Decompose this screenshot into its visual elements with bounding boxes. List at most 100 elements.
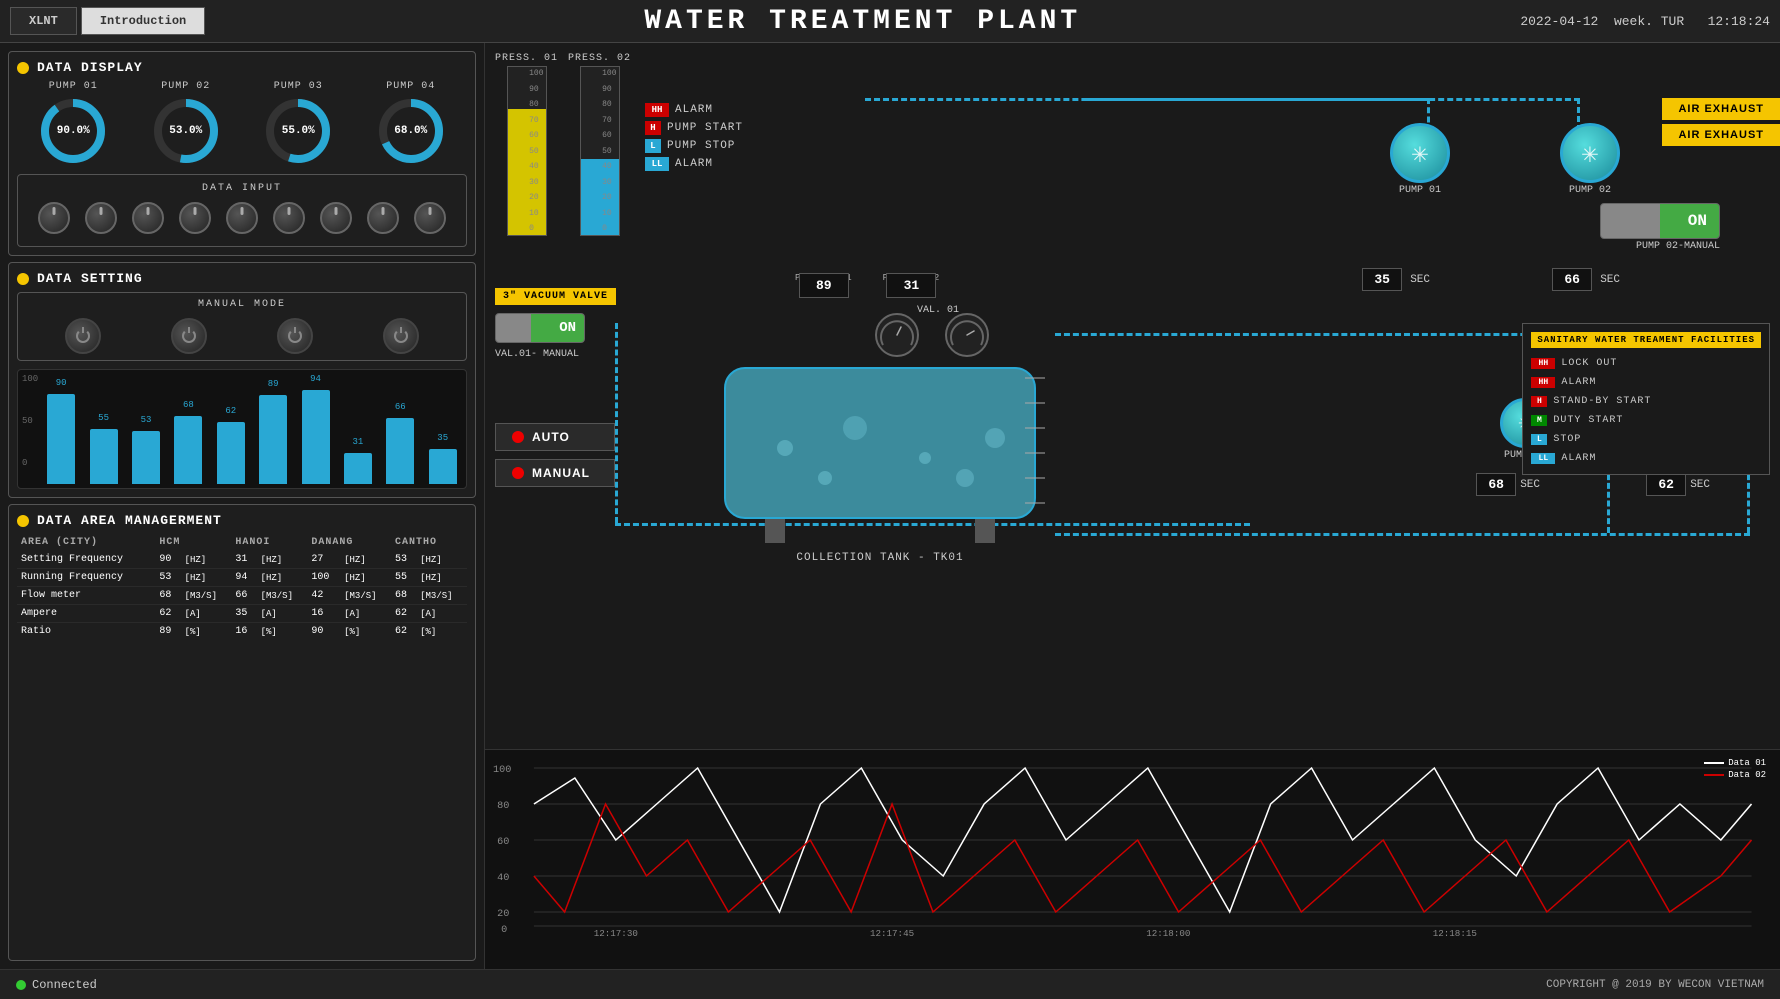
bar-5: 89 [259, 395, 287, 484]
cell-rf-hcm-unit: [HZ] [181, 569, 232, 587]
air-exhaust-btn-1[interactable]: AIR EXHAUST [1662, 98, 1780, 120]
cell-fm-hanoi: 66 [231, 587, 256, 605]
bar-chart-inner: 90 55 53 68 [22, 378, 462, 484]
pump02-circle: ✳ [1560, 123, 1620, 183]
tab-introduction[interactable]: Introduction [81, 7, 205, 35]
si-hh-lockout: HH [1531, 358, 1555, 369]
sanitary-tag: SANITARY WATER TREAMENT FACILITIES [1531, 332, 1761, 348]
power-btn-3[interactable] [277, 318, 313, 354]
knob-5[interactable] [226, 202, 258, 234]
bar-7: 31 [344, 453, 372, 484]
bar-item-7: 31 [344, 453, 372, 484]
val01-manual-label: VAL.01- MANUAL [495, 349, 616, 360]
bar-item-6: 94 [302, 390, 330, 484]
cell-sf-hanoi-unit: [HZ] [257, 551, 308, 569]
si-hh-lockout-text: LOCK OUT [1561, 358, 1617, 369]
cell-rf-hanoi-unit: [HZ] [257, 569, 308, 587]
cell-rf-danang: 100 [307, 569, 340, 587]
press-gauge-1: PRESS. 01 1009080706050403020100 [495, 53, 558, 236]
status-alarm-ll: LL ALARM [1531, 451, 1761, 466]
row-flow-meter: Flow meter 68 [M3/S] 66 [M3/S] 42 [M3/S]… [17, 587, 467, 605]
svg-text:100: 100 [493, 765, 511, 776]
knob-3[interactable] [132, 202, 164, 234]
bar-item-8: 66 [386, 418, 414, 484]
cell-fm-danang-unit: [M3/S] [340, 587, 391, 605]
knob-9[interactable] [414, 202, 446, 234]
cell-sf-hcm-unit: [HZ] [181, 551, 232, 569]
cell-amp-hcm: 62 [155, 605, 180, 623]
auto-btn[interactable]: AUTO [495, 423, 615, 451]
power-btn-4[interactable] [383, 318, 419, 354]
bar-8: 66 [386, 418, 414, 484]
tab-xlnt[interactable]: XLNT [10, 7, 77, 35]
cell-setting-freq-label: Setting Frequency [17, 551, 155, 569]
data-area-title: DATA AREA MANAGERMENT [37, 513, 222, 528]
pump03-label: PUMP 03 [274, 81, 323, 92]
si-hh-alarm-text: ALARM [1561, 377, 1596, 388]
cell-sf-hanoi: 31 [231, 551, 256, 569]
press-reading-area: PRESS. 01 89 PRESS. 02 31 [795, 273, 940, 283]
data-area-section: DATA AREA MANAGERMENT AREA (CITY) HCM HA… [8, 504, 476, 961]
si-ll-alarm: LL [1531, 453, 1555, 464]
bar-chart: 100500 90 55 53 [17, 369, 467, 489]
vacuum-valve-section: 3" VACUUM VALVE ON VAL.01- MANUAL [495, 288, 616, 360]
pump02-donut: 53.0% [151, 96, 221, 166]
pump02-fan-icon: ✳ [1582, 136, 1599, 171]
cell-sf-danang: 27 [307, 551, 340, 569]
vacuum-valve-tag: 3" VACUUM VALVE [495, 288, 616, 305]
cell-fm-cantho: 68 [391, 587, 416, 605]
pump04-value: 68.0% [394, 125, 427, 137]
y-axis: 100500 [22, 374, 38, 468]
connected-green-dot [16, 980, 26, 990]
vacuum-valve-on-btn[interactable]: ON [495, 313, 585, 343]
auto-manual-section: AUTO MANUAL [495, 423, 615, 487]
cell-ratio-hanoi-unit: [%] [257, 623, 308, 641]
pump02-label: PUMP 02 [161, 81, 210, 92]
pump01-fan-icon: ✳ [1412, 136, 1429, 171]
pump04-sec-display: 62 SEC [1646, 473, 1710, 496]
status-bar: Connected COPYRIGHT @ 2019 BY WECON VIET… [0, 969, 1780, 999]
pump03-sec-display: 68 SEC [1476, 473, 1540, 496]
bar-3: 68 [174, 416, 202, 484]
top-bar: XLNT Introduction WATER TREATMENT PLANT … [0, 0, 1780, 43]
knob-2[interactable] [85, 202, 117, 234]
cell-fm-cantho-unit: [M3/S] [416, 587, 467, 605]
pump04-sec-label: SEC [1690, 479, 1710, 491]
pump02-on-toggle[interactable]: ON [1600, 203, 1720, 239]
svg-text:0: 0 [501, 925, 507, 936]
cell-ratio-cantho-unit: [%] [416, 623, 467, 641]
data-display-dot [17, 62, 29, 74]
pump02-manual-label: PUMP 02-MANUAL [1636, 241, 1720, 252]
status-standby-start: H STAND-BY START [1531, 394, 1761, 409]
legend-h-badge: H [645, 121, 661, 135]
legend-hh-badge: HH [645, 103, 669, 117]
power-btn-2[interactable] [171, 318, 207, 354]
pump01-area: ✳ PUMP 01 [1390, 123, 1450, 196]
legend-ll-badge: LL [645, 157, 669, 171]
col-hcm: HCM [155, 534, 231, 551]
cell-ratio-hcm-unit: [%] [181, 623, 232, 641]
cell-rf-label: Running Frequency [17, 569, 155, 587]
press02-reading-box: 31 [886, 273, 936, 298]
knob-1[interactable] [38, 202, 70, 234]
manual-btn[interactable]: MANUAL [495, 459, 615, 487]
svg-text:40: 40 [497, 873, 509, 884]
chart-legend: Data 01 Data 02 [1704, 758, 1766, 780]
bar-item-4: 62 [217, 422, 245, 484]
bar-item-2: 53 [132, 431, 160, 484]
col-danang: DANANG [307, 534, 391, 551]
knob-8[interactable] [367, 202, 399, 234]
power-btn-1[interactable] [65, 318, 101, 354]
data01-legend-line [1704, 762, 1724, 764]
knob-7[interactable] [320, 202, 352, 234]
auto-red-dot [512, 431, 524, 443]
area-table: AREA (CITY) HCM HANOI DANANG CANTHO Sett… [17, 534, 467, 640]
cell-rf-hcm: 53 [155, 569, 180, 587]
pump03-sec-val: 68 [1476, 473, 1516, 496]
cell-amp-danang: 16 [307, 605, 340, 623]
manual-mode-box: MANUAL MODE [17, 292, 467, 361]
cell-fm-hanoi-unit: [M3/S] [257, 587, 308, 605]
air-exhaust-btn-2[interactable]: AIR EXHAUST [1662, 124, 1780, 146]
knob-4[interactable] [179, 202, 211, 234]
knob-6[interactable] [273, 202, 305, 234]
